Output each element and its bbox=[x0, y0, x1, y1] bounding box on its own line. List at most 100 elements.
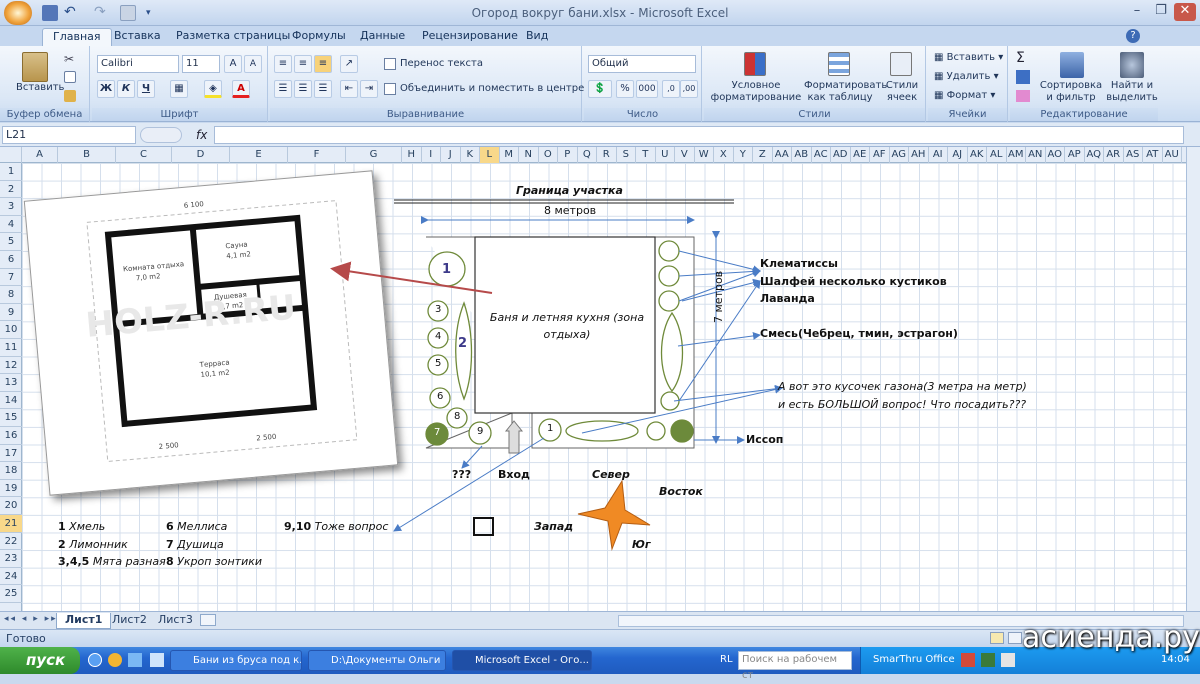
tab-home[interactable]: Главная bbox=[42, 28, 112, 46]
column-header[interactable]: I bbox=[422, 147, 441, 163]
bold-button[interactable]: Ж bbox=[97, 80, 115, 98]
restore-button[interactable]: ❐ bbox=[1150, 3, 1172, 21]
quicklaunch-icon[interactable] bbox=[150, 653, 164, 667]
task-folder[interactable]: D:\Документы Ольги bbox=[308, 650, 446, 671]
row-header[interactable]: 1 bbox=[0, 163, 22, 181]
font-size-select[interactable]: 11 bbox=[182, 55, 220, 73]
formula-input[interactable] bbox=[214, 126, 1184, 144]
thousands-button[interactable]: 000 bbox=[636, 80, 658, 98]
task-excel[interactable]: Microsoft Excel - Ого... bbox=[452, 650, 592, 671]
column-header[interactable]: X bbox=[714, 147, 734, 163]
help-icon[interactable]: ? bbox=[1126, 29, 1140, 43]
column-header[interactable]: AK bbox=[968, 147, 987, 163]
row-header[interactable]: 5 bbox=[0, 233, 22, 251]
column-header[interactable]: G bbox=[346, 147, 402, 163]
delete-cells-button[interactable]: ▦ Удалить ▾ bbox=[934, 71, 999, 82]
column-header[interactable]: H bbox=[402, 147, 422, 163]
desktop-search-input[interactable]: Поиск на рабочем ст bbox=[738, 651, 852, 681]
row-header[interactable]: 14 bbox=[0, 392, 22, 410]
column-header[interactable]: E bbox=[230, 147, 288, 163]
row-header[interactable]: 10 bbox=[0, 321, 22, 339]
tab-page-layout[interactable]: Разметка страницы bbox=[166, 28, 300, 46]
row-header[interactable]: 8 bbox=[0, 286, 22, 304]
row-header[interactable]: 13 bbox=[0, 374, 22, 392]
italic-button[interactable]: К bbox=[117, 80, 135, 98]
column-header[interactable]: AR bbox=[1104, 147, 1124, 163]
find-select-button[interactable]: Найти и выделить bbox=[1104, 80, 1160, 104]
column-header[interactable]: O bbox=[539, 147, 558, 163]
column-header[interactable]: AB bbox=[792, 147, 812, 163]
start-button[interactable]: пуск bbox=[0, 647, 80, 674]
row-header[interactable]: 19 bbox=[0, 480, 22, 498]
vertical-scrollbar[interactable] bbox=[1186, 147, 1200, 611]
column-header[interactable]: T bbox=[636, 147, 656, 163]
sheet-tab-3[interactable]: Лист3 bbox=[150, 613, 201, 629]
format-cells-button[interactable]: ▦ Формат ▾ bbox=[934, 90, 995, 101]
column-header[interactable]: AG bbox=[890, 147, 909, 163]
column-header[interactable]: Q bbox=[578, 147, 597, 163]
task-browser[interactable]: Бани из бруса под к... bbox=[170, 650, 302, 671]
desktop-icon[interactable] bbox=[128, 653, 142, 667]
close-button[interactable]: ✕ bbox=[1174, 3, 1196, 21]
grow-font-icon[interactable]: A bbox=[224, 55, 242, 73]
language-indicator[interactable]: RL bbox=[720, 654, 733, 665]
copy-icon[interactable] bbox=[64, 71, 76, 83]
tray-volume-icon[interactable] bbox=[1001, 653, 1015, 667]
row-header[interactable]: 9 bbox=[0, 304, 22, 322]
row-header[interactable]: 18 bbox=[0, 462, 22, 480]
column-header[interactable]: D bbox=[172, 147, 230, 163]
column-header[interactable]: AL bbox=[987, 147, 1007, 163]
normal-view-icon[interactable] bbox=[990, 632, 1004, 644]
fill-icon[interactable] bbox=[1016, 70, 1030, 84]
column-header[interactable]: AC bbox=[812, 147, 831, 163]
align-left-icon[interactable]: ☰ bbox=[274, 80, 292, 98]
column-header[interactable]: AO bbox=[1046, 147, 1065, 163]
column-header[interactable]: AJ bbox=[948, 147, 968, 163]
autosum-icon[interactable]: Σ bbox=[1016, 50, 1025, 66]
sheet-nav-icon[interactable]: ◂◂ ◂ ▸ ▸▸ bbox=[4, 614, 58, 624]
column-header[interactable]: B bbox=[58, 147, 116, 163]
column-header[interactable]: Z bbox=[753, 147, 773, 163]
row-header[interactable]: 4 bbox=[0, 216, 22, 234]
shrink-font-icon[interactable]: A bbox=[244, 55, 262, 73]
indent-increase-icon[interactable]: ⇥ bbox=[360, 80, 378, 98]
column-header[interactable]: AU bbox=[1163, 147, 1182, 163]
smartthru-label[interactable]: SmarThru Office bbox=[873, 654, 955, 665]
row-header[interactable]: 24 bbox=[0, 568, 22, 586]
row-header[interactable]: 7 bbox=[0, 269, 22, 287]
column-header[interactable]: AI bbox=[929, 147, 948, 163]
column-header[interactable]: W bbox=[695, 147, 714, 163]
row-header[interactable]: 17 bbox=[0, 445, 22, 463]
tray-network-icon[interactable] bbox=[981, 653, 995, 667]
percent-button[interactable]: % bbox=[616, 80, 634, 98]
column-header[interactable]: F bbox=[288, 147, 346, 163]
increase-decimal-icon[interactable]: ,0 bbox=[662, 80, 680, 98]
align-right-icon[interactable]: ☰ bbox=[314, 80, 332, 98]
insert-function-button[interactable]: fx bbox=[196, 128, 207, 142]
column-header[interactable]: U bbox=[656, 147, 675, 163]
column-header[interactable]: M bbox=[500, 147, 519, 163]
column-header[interactable]: AH bbox=[909, 147, 929, 163]
row-header[interactable]: 21 bbox=[0, 515, 22, 533]
format-painter-icon[interactable] bbox=[64, 90, 76, 102]
row-header[interactable]: 2 bbox=[0, 181, 22, 199]
column-header[interactable]: N bbox=[519, 147, 539, 163]
paste-icon[interactable] bbox=[22, 52, 48, 82]
row-header[interactable]: 25 bbox=[0, 585, 22, 603]
tab-view[interactable]: Вид bbox=[516, 28, 558, 46]
wrap-text-button[interactable]: Перенос текста bbox=[400, 58, 483, 69]
column-header[interactable]: AN bbox=[1026, 147, 1046, 163]
column-header[interactable]: V bbox=[675, 147, 695, 163]
column-header[interactable]: AA bbox=[773, 147, 792, 163]
row-header[interactable]: 3 bbox=[0, 198, 22, 216]
decrease-decimal-icon[interactable]: ,00 bbox=[680, 80, 698, 98]
align-bottom-icon[interactable]: ≡ bbox=[314, 55, 332, 73]
minimize-button[interactable]: – bbox=[1126, 3, 1148, 21]
column-header[interactable]: A bbox=[22, 147, 58, 163]
font-name-select[interactable]: Calibri bbox=[97, 55, 179, 73]
column-header[interactable]: Y bbox=[734, 147, 753, 163]
column-header[interactable]: AM bbox=[1007, 147, 1026, 163]
align-center-icon[interactable]: ☰ bbox=[294, 80, 312, 98]
underline-button[interactable]: Ч bbox=[137, 80, 155, 98]
row-header[interactable]: 15 bbox=[0, 409, 22, 427]
